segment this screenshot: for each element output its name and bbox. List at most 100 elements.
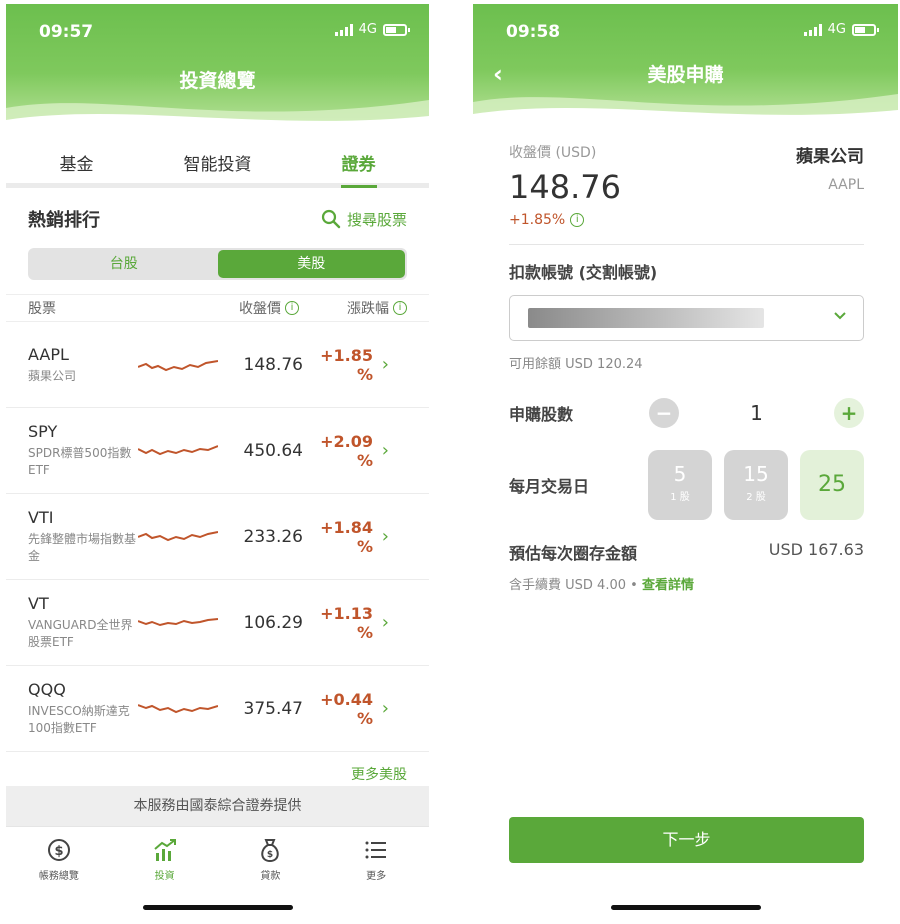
us-stock-subscription-screen: 09:58 4G ‹ 美股申購 收盤價 (USD) 148.76 +1.85% … xyxy=(473,4,898,918)
stock-code: QQQ xyxy=(28,680,66,699)
tab-securities[interactable]: 證券 xyxy=(288,130,429,188)
stock-name: INVESCO納斯達克100指數ETF xyxy=(28,704,130,735)
svg-text:$: $ xyxy=(54,844,63,859)
close-price-label: 收盤價 (USD) xyxy=(509,145,597,161)
status-time: 09:58 xyxy=(506,22,561,42)
sparkline-chart xyxy=(138,617,218,626)
quantity-value: 1 xyxy=(750,401,763,425)
page-title: 美股申購 xyxy=(647,64,724,86)
day-number: 25 xyxy=(818,472,846,497)
stock-info: VTI 先鋒整體市場指數基金 xyxy=(28,508,138,565)
available-balance: 可用餘額 USD 120.24 xyxy=(509,357,643,372)
home-indicator xyxy=(610,905,761,910)
price-change-row: +1.85% i xyxy=(509,212,621,228)
account-label: 扣款帳號 (交割帳號) xyxy=(509,263,658,282)
status-bar-right: 4G xyxy=(334,22,410,37)
info-icon[interactable]: i xyxy=(285,301,299,315)
estimate-row: 預估每次圈存金額 USD 167.63 xyxy=(473,520,898,564)
column-stock: 股票 xyxy=(28,301,56,317)
home-indicator xyxy=(142,905,293,910)
stock-info: AAPL 蘋果公司 xyxy=(28,345,138,385)
nav-loan[interactable]: $ 貸款 xyxy=(218,827,324,896)
market-segment: 台股 美股 xyxy=(28,248,407,280)
stock-code: VTI xyxy=(28,508,54,527)
nav-label: 帳務總覽 xyxy=(38,871,79,882)
stock-row[interactable]: AAPL 蘋果公司 148.76 +1.85 % › xyxy=(6,322,429,408)
nav-more[interactable]: 更多 xyxy=(323,827,429,896)
tab-fund[interactable]: 基金 xyxy=(6,130,147,183)
nav-label: 貸款 xyxy=(260,871,281,882)
header-wave xyxy=(6,100,429,130)
signal-icon xyxy=(803,23,822,36)
stock-row[interactable]: VTI 先鋒整體市場指數基金 233.26 +1.84 % › xyxy=(6,494,429,580)
segment-tw-stocks[interactable]: 台股 xyxy=(30,250,218,278)
masked-account-number xyxy=(528,308,764,328)
chevron-right-icon: › xyxy=(381,612,389,633)
stock-price: 148.76 xyxy=(243,354,303,375)
search-stock-link[interactable]: 搜尋股票 xyxy=(321,209,407,230)
sparkline-chart xyxy=(138,703,218,713)
quote-left: 收盤價 (USD) 148.76 +1.85% i xyxy=(509,142,621,228)
trade-day-option-selected[interactable]: 25 xyxy=(800,450,864,520)
provider-note: 本服務由國泰綜合證券提供 xyxy=(6,786,429,826)
battery-icon xyxy=(852,23,879,36)
column-change-label: 漲跌幅 xyxy=(347,301,389,317)
header: 09:57 4G 投資總覽 xyxy=(6,4,429,130)
money-bag-icon: $ xyxy=(261,839,280,863)
stock-info: SPY SPDR標普500指數ETF xyxy=(28,422,138,479)
stock-price: 450.64 xyxy=(243,440,303,461)
svg-text:$: $ xyxy=(267,850,273,860)
sparkline-chart xyxy=(138,359,218,371)
trade-day-row: 每月交易日 5 1 股 15 2 股 25 xyxy=(473,428,898,520)
decrease-quantity-button[interactable]: − xyxy=(649,398,679,428)
segment-us-stocks[interactable]: 美股 xyxy=(217,250,405,278)
quantity-label: 申購股數 xyxy=(509,405,574,424)
search-icon xyxy=(321,209,341,229)
quantity-row: 申購股數 − 1 + xyxy=(473,372,898,428)
dollar-circle-icon: $ xyxy=(47,839,70,861)
investment-overview-screen: 09:57 4G 投資總覽 基金 智能投資 證券 熱銷排行 搜尋股票 台股 美股 xyxy=(6,4,429,918)
trade-day-option[interactable]: 15 2 股 xyxy=(724,450,788,520)
stock-change: +1.84 % xyxy=(320,517,373,556)
chevron-right-icon: › xyxy=(381,354,389,375)
trade-day-options: 5 1 股 15 2 股 25 xyxy=(648,450,864,520)
stock-code: VT xyxy=(28,594,49,613)
account-select[interactable] xyxy=(509,295,864,341)
stock-name: VANGUARD全世界股票ETF xyxy=(28,618,133,649)
chevron-right-icon: › xyxy=(381,698,389,719)
header: 09:58 4G ‹ 美股申購 xyxy=(473,4,898,124)
close-price: 148.76 xyxy=(509,168,621,206)
stock-row[interactable]: VT VANGUARD全世界股票ETF 106.29 +1.13 % › xyxy=(6,580,429,666)
stock-code: AAPL xyxy=(28,344,69,364)
trade-day-option[interactable]: 5 1 股 xyxy=(648,450,712,520)
section-title: 熱銷排行 xyxy=(28,210,100,231)
battery-icon xyxy=(383,23,410,36)
stock-price: 375.47 xyxy=(243,698,303,719)
category-tabs: 基金 智能投資 證券 xyxy=(6,130,429,188)
nav-account-overview[interactable]: $ 帳務總覽 xyxy=(6,827,112,896)
sparkline-chart xyxy=(138,444,218,455)
stock-change: +2.09 % xyxy=(320,431,373,470)
view-details-link[interactable]: 查看詳情 xyxy=(642,578,694,593)
tab-robo-advisor[interactable]: 智能投資 xyxy=(147,130,288,183)
day-number: 5 xyxy=(673,462,687,486)
info-icon[interactable]: i xyxy=(570,213,585,227)
nav-label: 投資 xyxy=(154,871,175,882)
sparkline-chart xyxy=(138,530,218,541)
stock-change: +0.44 % xyxy=(320,689,373,728)
increase-quantity-button[interactable]: + xyxy=(834,398,864,428)
info-icon[interactable]: i xyxy=(393,301,407,315)
stock-change: +1.85 % xyxy=(320,345,373,384)
nav-investment[interactable]: 投資 xyxy=(112,827,218,896)
network-label: 4G xyxy=(827,22,846,37)
stock-row[interactable]: SPY SPDR標普500指數ETF 450.64 +2.09 % › xyxy=(6,408,429,494)
nav-label: 更多 xyxy=(366,871,387,882)
stock-row[interactable]: QQQ INVESCO納斯達克100指數ETF 375.47 +0.44 % › xyxy=(6,666,429,752)
next-step-button[interactable]: 下一步 xyxy=(509,817,864,863)
stock-info: VT VANGUARD全世界股票ETF xyxy=(28,594,138,651)
menu-list-icon xyxy=(365,841,387,859)
column-close-label: 收盤價 xyxy=(239,301,281,317)
signal-icon xyxy=(334,23,353,36)
stock-price: 233.26 xyxy=(243,526,303,547)
chevron-down-icon xyxy=(833,306,847,325)
